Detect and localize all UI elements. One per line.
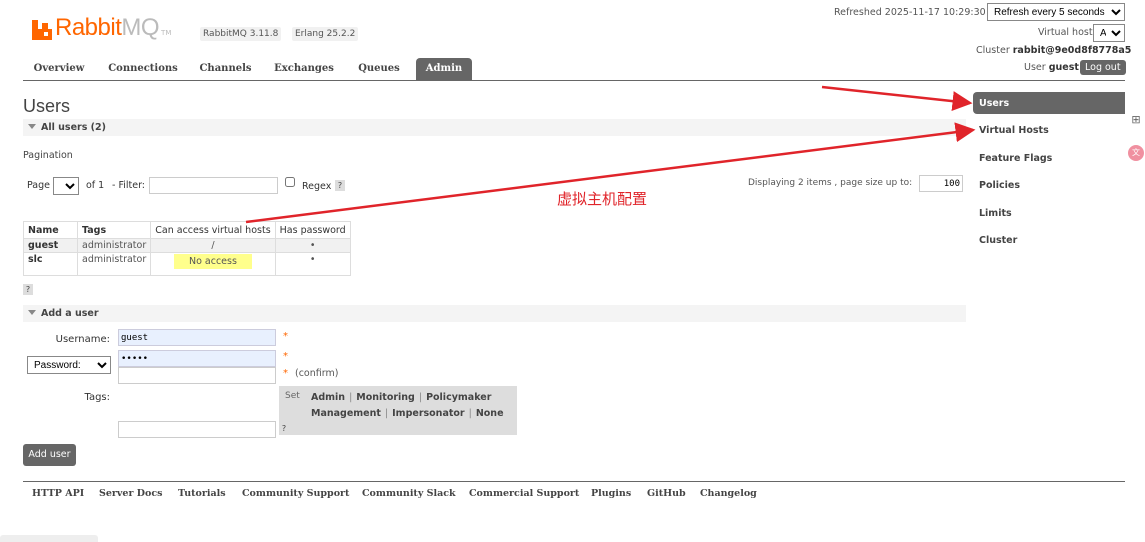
tag-presets: Set Admin | Monitoring | Policymaker Managem… [279,386,517,435]
footer-community-slack[interactable]: Community Slack [362,488,456,499]
required-marker: * [283,368,288,379]
nav-cluster[interactable]: Cluster [979,235,1017,246]
page-label: Page [27,180,50,191]
nav-users[interactable]: Users [979,98,1009,109]
no-access-badge: No access [173,254,252,269]
tags-help-button[interactable]: ? [279,423,289,434]
page-of-label: of 1 [86,180,105,191]
tags-label: Tags: [84,392,110,403]
tab-queues[interactable]: Queues [350,58,408,80]
add-user-button[interactable]: Add user [23,444,76,466]
page-size-input[interactable] [919,175,963,192]
table-row: guest administrator / • [23,238,351,253]
tab-connections[interactable]: Connections [103,58,183,80]
tag-none[interactable]: None [476,408,504,419]
password-type-select[interactable]: Password: [27,356,111,374]
collapse-icon [28,310,36,315]
rabbitmq-logo: RabbitMQ TM [32,12,171,40]
user-tags: administrator [76,252,152,276]
col-name[interactable]: Name [23,221,78,239]
nav-virtual-hosts[interactable]: Virtual Hosts [979,125,1049,136]
footer-community-support[interactable]: Community Support [242,488,349,499]
main-tabs: Overview Connections Channels Exchanges … [23,58,1125,81]
footer-divider [23,481,1125,482]
user-tags: administrator [76,238,152,253]
arrow-to-users [821,85,973,112]
regex-help-button[interactable]: ? [335,180,345,191]
translate-icon[interactable]: 文 [1127,145,1145,161]
regex-checkbox[interactable] [285,177,295,187]
footer-commercial-support[interactable]: Commercial Support [469,488,579,499]
footer-server-docs[interactable]: Server Docs [99,488,163,499]
tag-admin[interactable]: Admin [311,392,345,403]
rabbit-logo-icon [32,20,52,40]
rabbitmq-version: RabbitMQ 3.11.8 [200,27,282,41]
col-tags[interactable]: Tags [76,221,152,239]
nav-feature-flags[interactable]: Feature Flags [979,153,1052,164]
required-marker: * [283,331,288,342]
password-confirm-input[interactable] [118,367,276,384]
username-input[interactable] [118,329,276,346]
tag-impersonator[interactable]: Impersonator [392,408,464,419]
tab-channels[interactable]: Channels [193,58,258,80]
username-label: Username: [55,334,110,345]
footer-changelog[interactable]: Changelog [700,488,757,499]
tab-admin[interactable]: Admin [416,58,472,80]
password-input[interactable] [118,350,276,367]
regex-label: Regex [302,181,332,192]
col-vhosts: Can access virtual hosts [150,221,276,239]
vhost-label: Virtual host [1038,27,1093,38]
user-has-password: • [274,238,351,253]
cluster-info: Cluster rabbit@9e0d8f8778a5 [976,45,1132,56]
erlang-version: Erlang 25.2.2 [292,27,359,41]
add-user-header[interactable]: Add a user [23,305,966,322]
qr-icon[interactable]: ⊞ [1127,113,1145,126]
filter-input[interactable] [149,177,278,194]
browser-status-bar [0,535,98,542]
page-select[interactable]: 1 [53,177,79,195]
footer-github[interactable]: GitHub [647,488,686,499]
users-table: Name Tags Can access virtual hosts Has p… [23,221,351,276]
nav-policies[interactable]: Policies [979,180,1020,191]
all-users-header[interactable]: All users (2) [23,119,966,136]
displaying-label: Displaying 2 items , page size up to: [748,178,913,188]
user-name-link[interactable]: guest [23,238,78,253]
tags-input[interactable] [118,421,276,438]
annotation-text: 虚拟主机配置 [557,190,648,208]
filter-label: - Filter: [112,180,146,191]
user-vhosts: / [150,238,276,253]
refreshed-time: Refreshed 2025-11-17 10:29:30 [834,7,986,18]
collapse-icon [28,124,36,129]
user-has-password: • [274,252,351,276]
user-name-link[interactable]: slc [23,252,78,276]
tag-management[interactable]: Management [311,408,381,419]
pagination-label: Pagination [23,150,73,161]
confirm-label: (confirm) [295,368,339,379]
required-marker: * [283,351,288,362]
table-row: slc administrator No access • [23,252,351,276]
tab-overview[interactable]: Overview [23,58,95,80]
tab-exchanges[interactable]: Exchanges [268,58,340,80]
tag-policymaker[interactable]: Policymaker [426,392,491,403]
tag-monitoring[interactable]: Monitoring [356,392,415,403]
footer-tutorials[interactable]: Tutorials [178,488,226,499]
nav-limits[interactable]: Limits [979,208,1012,219]
page-title: Users [23,96,71,116]
refresh-select[interactable]: Refresh every 5 seconds [987,3,1125,21]
col-has-password: Has password [274,221,351,239]
vhost-select[interactable]: All [1093,24,1125,42]
footer-plugins[interactable]: Plugins [591,488,631,499]
table-help-button[interactable]: ? [23,284,33,295]
footer-http-api[interactable]: HTTP API [32,488,84,499]
